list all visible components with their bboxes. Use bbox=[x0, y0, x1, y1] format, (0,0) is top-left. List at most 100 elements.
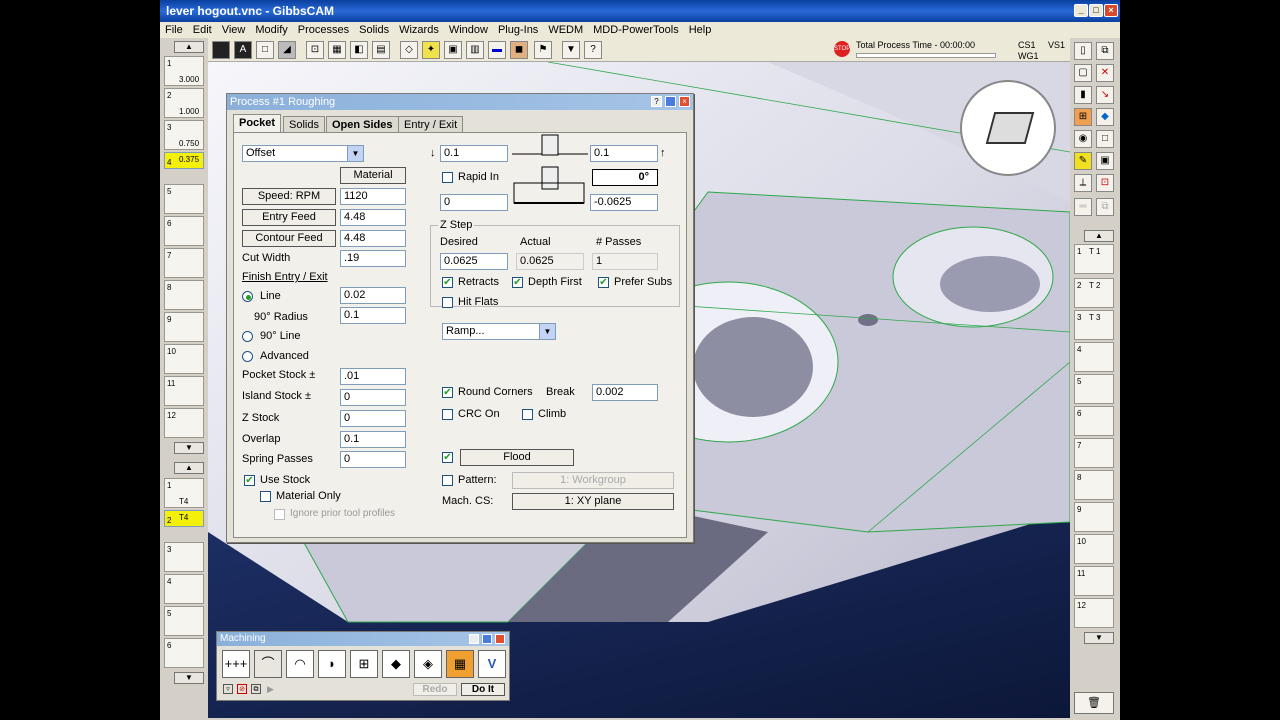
trash-icon[interactable]: 🗑 bbox=[1074, 692, 1114, 714]
tab-pocket[interactable]: Pocket bbox=[233, 114, 282, 133]
box-icon[interactable]: □ bbox=[256, 41, 274, 59]
crc-on-checkbox[interactable] bbox=[442, 409, 453, 420]
clearance-right-field[interactable]: 0.1 bbox=[590, 145, 658, 162]
right-slot-11[interactable]: 11 bbox=[1074, 566, 1114, 596]
process-slot-3[interactable]: 3 bbox=[164, 542, 204, 572]
overlap-field[interactable]: 0.1 bbox=[340, 431, 406, 448]
edge-icon[interactable]: ▬ bbox=[488, 41, 506, 59]
machining-icon[interactable]: ⊞ bbox=[1074, 108, 1092, 126]
cut-width-field[interactable]: .19 bbox=[340, 250, 406, 267]
rapid-in-checkbox[interactable] bbox=[442, 172, 453, 183]
tab-entry-exit[interactable]: Entry / Exit bbox=[398, 116, 464, 133]
contour-icon[interactable]: ◠ bbox=[286, 650, 314, 678]
view-fit-icon[interactable] bbox=[212, 41, 230, 59]
tool-slot-2[interactable]: 2 1.000 bbox=[164, 88, 204, 118]
arc-icon[interactable]: ↘ bbox=[1096, 86, 1114, 104]
pocket-stock-field[interactable]: .01 bbox=[340, 368, 406, 385]
spring-passes-field[interactable]: 0 bbox=[340, 451, 406, 468]
minimize-button[interactable]: _ bbox=[1074, 4, 1088, 17]
right-scroll-up-button[interactable]: ▲ bbox=[1084, 230, 1114, 242]
clearance-top-field[interactable]: 0.1 bbox=[440, 145, 508, 162]
tool-slot-7[interactable]: 7 bbox=[164, 248, 204, 278]
help-pointer-icon[interactable]: ? bbox=[584, 41, 602, 59]
prefer-subs-checkbox[interactable]: ✔ bbox=[598, 277, 609, 288]
shape-icon[interactable]: ▢ bbox=[1074, 64, 1092, 82]
menu-view[interactable]: View bbox=[217, 22, 251, 38]
maximize-button[interactable]: □ bbox=[1089, 4, 1103, 17]
shade-icon[interactable]: ◢ bbox=[278, 41, 296, 59]
menu-file[interactable]: File bbox=[160, 22, 188, 38]
tool-slot-1[interactable]: 1 3.000 bbox=[164, 56, 204, 86]
right-slot-4[interactable]: 4 bbox=[1074, 342, 1114, 372]
z-bottom-field[interactable]: -0.0625 bbox=[590, 194, 658, 211]
text-icon[interactable]: A bbox=[234, 41, 252, 59]
small-tool-icon[interactable]: ▿ bbox=[223, 684, 233, 694]
speed-rpm-field[interactable]: 1120 bbox=[340, 188, 406, 205]
depth-first-checkbox[interactable]: ✔ bbox=[512, 277, 523, 288]
mach-cs-button[interactable]: 1: XY plane bbox=[512, 493, 674, 510]
surface-icon[interactable]: ⊞ bbox=[350, 650, 378, 678]
entry-feed-button[interactable]: Entry Feed bbox=[242, 209, 336, 226]
process-scroll-up-button[interactable]: ▲ bbox=[174, 462, 204, 474]
tool-scroll-up-button[interactable]: ▲ bbox=[174, 41, 204, 53]
menu-modify[interactable]: Modify bbox=[250, 22, 292, 38]
right-tool-slot-2[interactable]: 2 T 2 bbox=[1074, 278, 1114, 308]
grid-red-icon[interactable]: ⊡ bbox=[1096, 174, 1114, 192]
tool-slot-4[interactable]: 4 0.375 bbox=[164, 152, 204, 169]
axes-icon[interactable]: ⟂ bbox=[1074, 174, 1092, 192]
gradient-icon[interactable]: ▦ bbox=[446, 650, 474, 678]
stock-icon[interactable]: ◼ bbox=[510, 41, 528, 59]
pencil-icon[interactable]: ✎ bbox=[1074, 152, 1092, 170]
dialog-help-button[interactable]: ? bbox=[651, 96, 662, 107]
close-button[interactable]: × bbox=[1104, 4, 1118, 17]
speed-rpm-button[interactable]: Speed: RPM bbox=[242, 188, 336, 205]
tool-slot-3[interactable]: 3 0.750 bbox=[164, 120, 204, 150]
menu-wedm[interactable]: WEDM bbox=[543, 22, 588, 38]
process-scroll-down-button[interactable]: ▼ bbox=[174, 672, 204, 684]
expand-arrow-icon[interactable]: ▶ bbox=[267, 684, 274, 695]
material-button[interactable]: Material bbox=[340, 167, 406, 184]
flood-button[interactable]: Flood bbox=[460, 449, 574, 466]
process-slot-4[interactable]: 4 bbox=[164, 574, 204, 604]
menu-window[interactable]: Window bbox=[444, 22, 493, 38]
entry-feed-field[interactable]: 4.48 bbox=[340, 209, 406, 226]
menu-solids[interactable]: Solids bbox=[354, 22, 394, 38]
color-icon[interactable]: ◧ bbox=[350, 41, 368, 59]
dialog-close-button[interactable]: × bbox=[679, 96, 690, 107]
do-it-button[interactable]: Do It bbox=[461, 683, 505, 696]
machining-help-button[interactable] bbox=[469, 634, 479, 644]
machining-restore-button[interactable] bbox=[482, 634, 492, 644]
dialog-restore-button[interactable] bbox=[665, 96, 676, 107]
tool-slot-5[interactable]: 5 bbox=[164, 184, 204, 214]
tool-slot-11[interactable]: 11 bbox=[164, 376, 204, 406]
use-stock-checkbox[interactable]: ✔ bbox=[244, 475, 255, 486]
tool-scroll-down-button[interactable]: ▼ bbox=[174, 442, 204, 454]
copy-file-icon[interactable]: ⧉ bbox=[1096, 42, 1114, 60]
flag-icon[interactable]: ⚑ bbox=[534, 41, 552, 59]
z-top-field[interactable]: 0 bbox=[440, 194, 508, 211]
coolant-checkbox[interactable]: ✔ bbox=[442, 452, 453, 463]
right-tool-slot-1[interactable]: 1 T 1 bbox=[1074, 244, 1114, 274]
wizard-icon[interactable]: ✦ bbox=[422, 41, 440, 59]
ramp-select[interactable]: Ramp... ▼ bbox=[442, 323, 556, 340]
menu-processes[interactable]: Processes bbox=[293, 22, 354, 38]
strategy-select[interactable]: Offset ▼ bbox=[242, 145, 364, 162]
solid-icon[interactable]: ◇ bbox=[400, 41, 418, 59]
machining-close-button[interactable] bbox=[495, 634, 505, 644]
line-radio[interactable] bbox=[242, 291, 253, 302]
verify-icon[interactable]: V bbox=[478, 650, 506, 678]
delete-shape-icon[interactable]: ✕ bbox=[1096, 64, 1114, 82]
list-icon[interactable]: ▤ bbox=[372, 41, 390, 59]
small-remove-icon[interactable]: ⊘ bbox=[237, 684, 247, 694]
thread-icon[interactable]: ◗ bbox=[318, 650, 346, 678]
plane-icon[interactable]: ◆ bbox=[1096, 108, 1114, 126]
desired-field[interactable]: 0.0625 bbox=[440, 253, 508, 270]
pattern-checkbox[interactable] bbox=[442, 475, 453, 486]
plunge-icon[interactable]: ◈ bbox=[414, 650, 442, 678]
ignore-prior-checkbox[interactable] bbox=[274, 509, 285, 520]
render-icon[interactable]: ▣ bbox=[1096, 152, 1114, 170]
select-icon[interactable]: ⊡ bbox=[306, 41, 324, 59]
round-corners-checkbox[interactable]: ✔ bbox=[442, 387, 453, 398]
right-slot-5[interactable]: 5 bbox=[1074, 374, 1114, 404]
roughing-icon[interactable]: ⌒ bbox=[254, 650, 282, 678]
